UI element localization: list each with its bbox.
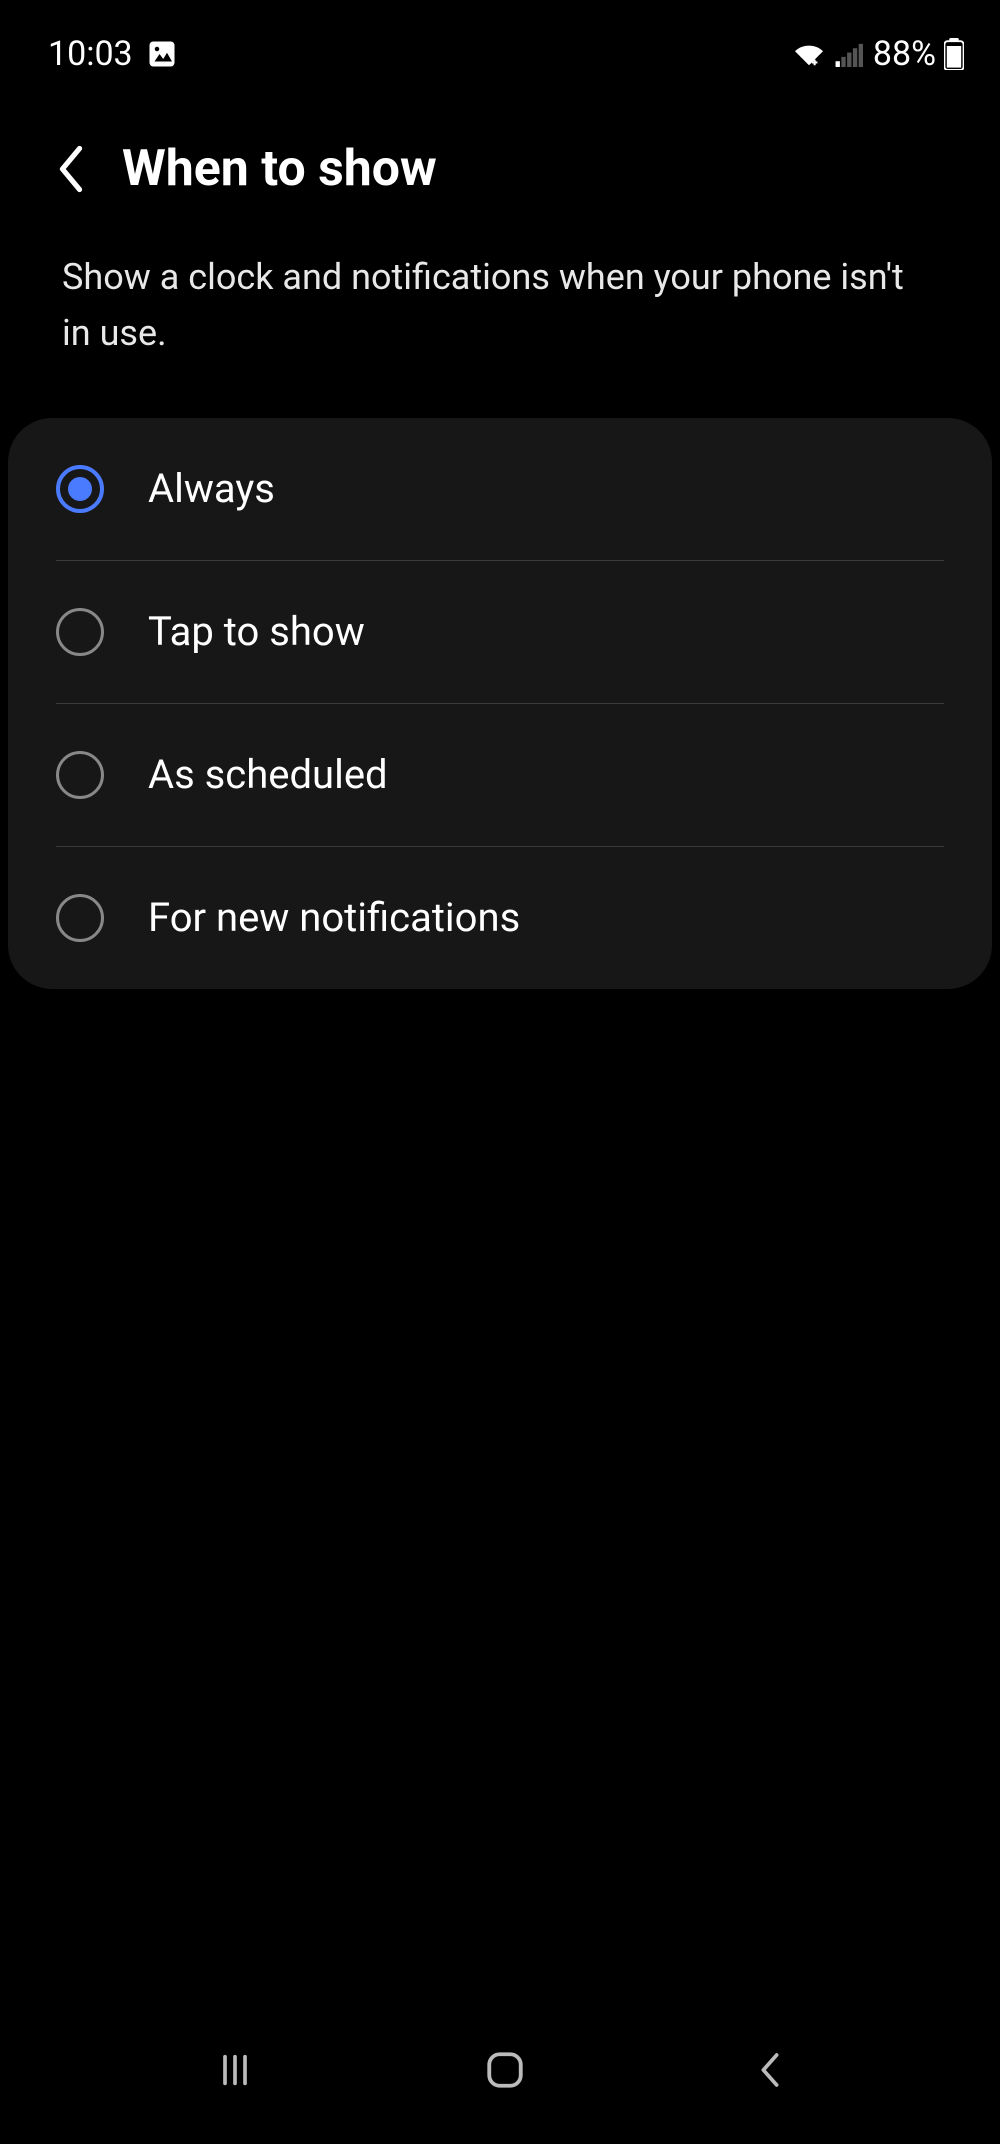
signal-icon (835, 41, 865, 67)
page-title: When to show (122, 140, 437, 198)
home-button[interactable] (484, 2049, 526, 2091)
image-icon (147, 39, 177, 69)
battery-percentage: 88% (873, 34, 936, 74)
page-header: When to show (0, 80, 1000, 198)
option-label: As scheduled (148, 751, 388, 798)
status-bar: 10:03 88% (0, 0, 1000, 80)
status-right: 88% (791, 34, 964, 74)
navigation-bar (0, 2024, 1000, 2144)
radio-unselected-icon (56, 751, 104, 799)
back-nav-button[interactable] (755, 2050, 785, 2090)
radio-unselected-icon (56, 608, 104, 656)
battery-icon (944, 38, 964, 70)
page-subtitle: Show a clock and notifications when your… (0, 198, 1000, 362)
option-for-new-notifications[interactable]: For new notifications (8, 847, 992, 989)
option-tap-to-show[interactable]: Tap to show (8, 561, 992, 703)
option-label: Tap to show (148, 608, 365, 655)
option-label: Always (148, 465, 275, 512)
option-as-scheduled[interactable]: As scheduled (8, 704, 992, 846)
radio-unselected-icon (56, 894, 104, 942)
status-time: 10:03 (48, 34, 133, 74)
radio-selected-icon (56, 465, 104, 513)
option-label: For new notifications (148, 894, 520, 941)
status-left: 10:03 (48, 34, 177, 74)
options-card: Always Tap to show As scheduled For new … (8, 418, 992, 989)
option-always[interactable]: Always (8, 418, 992, 560)
back-button[interactable] (56, 145, 86, 193)
recents-button[interactable] (215, 2050, 255, 2090)
wifi-icon (791, 40, 827, 68)
